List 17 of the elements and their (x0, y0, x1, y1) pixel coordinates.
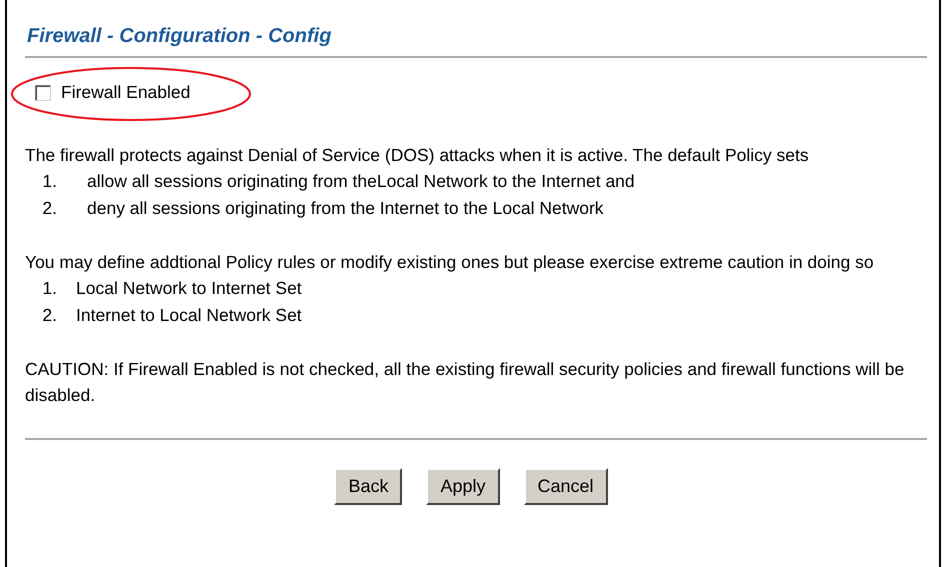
list-number: 2. (41, 197, 57, 220)
checkbox[interactable] (35, 84, 51, 100)
form-button[interactable]: Apply (426, 468, 500, 505)
form-button[interactable]: Cancel (524, 468, 608, 505)
list-text: Internet to Local Network Set (76, 304, 302, 327)
list-number: 2. (41, 304, 57, 327)
list-text: allow all sessions originating from theLocal Network to the Internet and (87, 170, 635, 193)
policy-text: You may define addtional Policy rules or modify existing ones but please exercise extreme caution in doing so (25, 251, 875, 274)
page-title: Firewall - Configuration - Config (27, 24, 332, 48)
form-button[interactable]: Back (334, 468, 402, 505)
list-text: Local Network to Internet Set (76, 277, 302, 300)
list-number: 1. (41, 277, 57, 300)
list-number: 1. (41, 170, 57, 193)
list-text: deny all sessions originating from the Internet to the Local Network (87, 197, 604, 220)
intro-text: The firewall protects against Denial of Service (DOS) attacks when it is active. The default Policy sets (25, 144, 810, 167)
checkbox-label: Firewall Enabled (61, 82, 190, 103)
caution-text: CAUTION: If Firewall Enabled is not checked, all the existing firewall security policies and firewall functions will be disabled. (25, 358, 906, 407)
